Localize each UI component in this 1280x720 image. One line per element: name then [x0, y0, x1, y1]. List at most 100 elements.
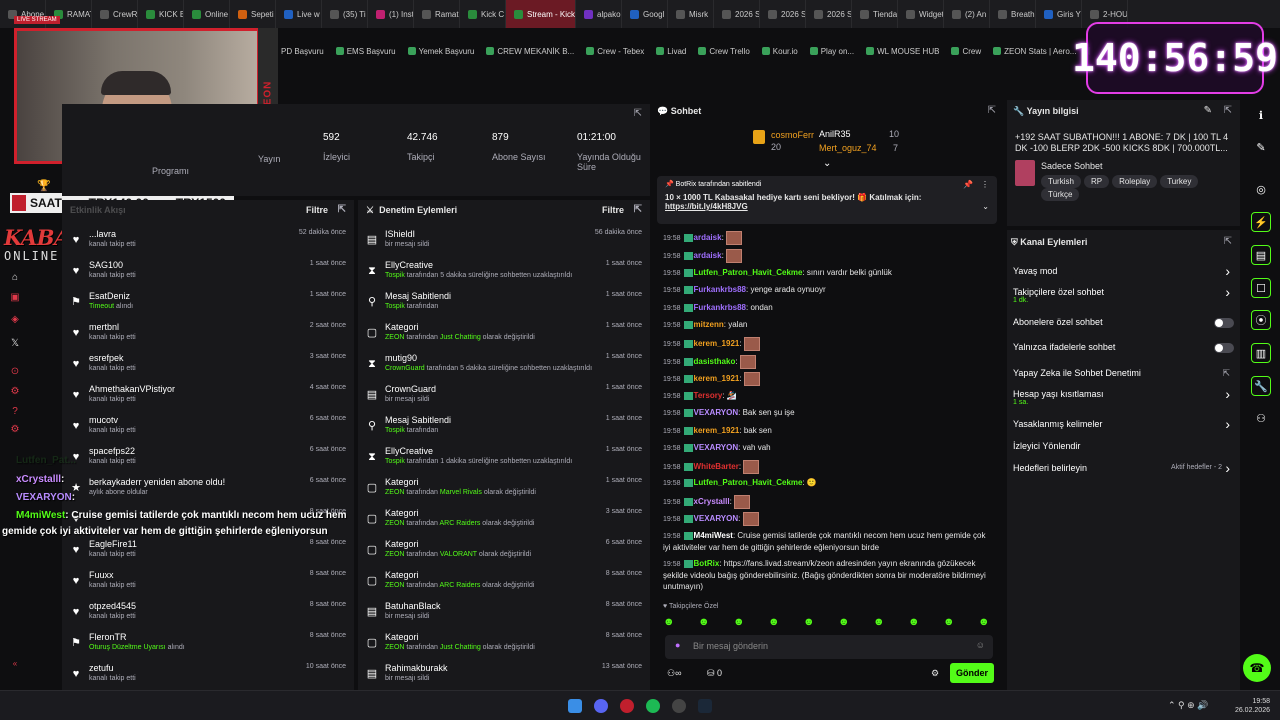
message-icon[interactable]: ▣: [9, 292, 21, 304]
channel-action-item[interactable]: Hesap yaşı kısıtlaması 1 sa.: [1013, 389, 1104, 406]
steam-icon[interactable]: [698, 699, 712, 713]
browser-tab[interactable]: Live w: [276, 0, 322, 28]
bookmark-item[interactable]: WL MOUSE HUB: [866, 47, 939, 56]
support-icon[interactable]: ☎: [1243, 654, 1271, 682]
channel-action-item[interactable]: Yavaş mod: [1013, 266, 1057, 276]
browser-tab[interactable]: 2026 S: [806, 0, 852, 28]
expand-icon[interactable]: ⇱: [338, 204, 346, 215]
quick-emote-icon[interactable]: ☻: [768, 616, 780, 628]
expand-icon[interactable]: ⇱: [634, 204, 642, 215]
chat-username[interactable]: kerem_1921: [694, 339, 740, 348]
mic-icon[interactable]: ●: [675, 640, 680, 650]
mod-filter-button[interactable]: Filtre: [602, 205, 624, 215]
chat-input[interactable]: Bir mesaj gönderin ● ☺: [665, 635, 993, 659]
channel-action-item[interactable]: Abonelere özel sohbet: [1013, 317, 1103, 327]
tag-chip[interactable]: Roleplay: [1112, 175, 1158, 188]
chat-username[interactable]: ardaisk: [694, 233, 722, 242]
help-icon[interactable]: ?: [9, 406, 21, 418]
group-icon[interactable]: ⚇: [1251, 409, 1271, 429]
expand-icon[interactable]: ⇱: [1224, 236, 1232, 247]
chat-username[interactable]: Lutfen_Patron_Havit_Cekme: [694, 478, 803, 487]
quick-emote-icon[interactable]: ☻: [943, 616, 955, 628]
bookmark-item[interactable]: Crew Trello: [698, 47, 750, 56]
expand-icon[interactable]: ⇱: [634, 108, 642, 119]
chat-username[interactable]: kerem_1921: [694, 426, 740, 435]
browser-tab[interactable]: (2) An: [944, 0, 990, 28]
browser-tab[interactable]: KICK B: [138, 0, 184, 28]
browser-tab[interactable]: Giris Y: [1036, 0, 1082, 28]
browser-tab[interactable]: Widget: [898, 0, 944, 28]
gift-icon[interactable]: ⛁ 0: [707, 668, 722, 679]
bookmark-item[interactable]: Crew - Tebex: [586, 47, 644, 56]
lightning-icon[interactable]: ⚡: [1251, 212, 1271, 232]
browser-tab[interactable]: 2026 S: [714, 0, 760, 28]
quick-emote-icon[interactable]: ☻: [838, 616, 850, 628]
chat-username[interactable]: WhiteBarter: [694, 462, 739, 471]
x-icon[interactable]: 𝕏: [9, 338, 21, 350]
browser-tab[interactable]: alpako: [576, 0, 622, 28]
points-icon[interactable]: ⚇∞: [667, 668, 681, 679]
bookmark-item[interactable]: Kour.io: [761, 47, 798, 56]
tag-chip[interactable]: Turkish: [1041, 175, 1081, 188]
camera-icon[interactable]: ◎: [1251, 180, 1271, 200]
tag-chip[interactable]: Turkey: [1160, 175, 1199, 188]
bookmark-item[interactable]: Play on...: [809, 47, 854, 56]
chat-username[interactable]: mitzenn: [694, 320, 724, 329]
edit-icon[interactable]: ✎: [1204, 105, 1212, 116]
note-icon[interactable]: ▤: [1251, 245, 1271, 265]
discord-icon[interactable]: [594, 699, 608, 713]
browser-tab[interactable]: 2026 S: [760, 0, 806, 28]
browser-tab[interactable]: Kick C: [460, 0, 506, 28]
external-link-icon[interactable]: ⇱: [1222, 368, 1230, 379]
browser-tab[interactable]: Stream - Kick: [506, 0, 576, 28]
gear-icon[interactable]: ⚙: [9, 386, 21, 398]
browser-tab[interactable]: Ramat: [414, 0, 460, 28]
bookmark-item[interactable]: CREW MEKANİK B...: [486, 47, 574, 56]
wrench-icon[interactable]: 🔧: [1251, 376, 1271, 396]
chat-username[interactable]: Furkankrbs88: [694, 303, 746, 312]
quick-emote-icon[interactable]: ☻: [803, 616, 815, 628]
windows-start-icon[interactable]: [568, 699, 582, 713]
browser-tab[interactable]: Sepeti: [230, 0, 276, 28]
chat-username[interactable]: VEXARYON: [694, 514, 739, 523]
browser-tab[interactable]: CrewR: [92, 0, 138, 28]
bookmark-item[interactable]: EMS Başvuru: [335, 47, 396, 56]
bookmark-item[interactable]: PD Başvuru: [270, 47, 324, 56]
chevron-right-icon[interactable]: ›: [1225, 416, 1230, 432]
channel-action-item[interactable]: Yasaklanmış kelimeler: [1013, 419, 1102, 429]
chat-username[interactable]: Furkankrbs88: [694, 285, 746, 294]
chat-username[interactable]: VEXARYON: [694, 408, 739, 417]
quick-emote-icon[interactable]: ☻: [733, 616, 745, 628]
bookmark-item[interactable]: Yemek Başvuru: [407, 47, 474, 56]
browser-tab[interactable]: Breath: [990, 0, 1036, 28]
spotify-icon[interactable]: [646, 699, 660, 713]
quick-emote-icon[interactable]: ☻: [698, 616, 710, 628]
browser-tab[interactable]: Googl: [622, 0, 668, 28]
shield-icon[interactable]: ◈: [9, 314, 21, 326]
browser-tab[interactable]: Online: [184, 0, 230, 28]
channel-action-item[interactable]: Yalnızca ifadelerle sohbet: [1013, 342, 1115, 352]
more-icon[interactable]: ⋮: [981, 180, 989, 189]
channel-action-item[interactable]: İzleyici Yönlendir: [1013, 441, 1080, 451]
toggle-switch[interactable]: [1214, 318, 1234, 328]
browser-tab[interactable]: (1) Inst: [368, 0, 414, 28]
quick-emote-icon[interactable]: ☻: [978, 616, 990, 628]
expand-icon[interactable]: ⇱: [988, 105, 996, 116]
chat-username[interactable]: xCrystalll: [694, 497, 730, 506]
quick-emote-icon[interactable]: ☻: [873, 616, 885, 628]
activity-filter-button[interactable]: Filtre: [306, 205, 328, 215]
browser-tab[interactable]: Tienda: [852, 0, 898, 28]
bookmark-item[interactable]: Livad: [656, 47, 686, 56]
pin-icon[interactable]: 📌: [963, 180, 973, 189]
settings-icon[interactable]: ⊙: [9, 366, 21, 378]
tag-chip[interactable]: RP: [1083, 175, 1110, 188]
browser-tab[interactable]: Misrk: [668, 0, 714, 28]
bookmark-item[interactable]: ZEON Stats | Aero...: [993, 47, 1076, 56]
send-button[interactable]: Gönder: [950, 663, 994, 683]
collapse-icon[interactable]: «: [9, 658, 21, 670]
chevron-right-icon[interactable]: ›: [1225, 386, 1230, 402]
bookmark-item[interactable]: Crew: [951, 47, 981, 56]
tray-icons[interactable]: ⌃ ⚲ ⊕ 🔊: [1168, 700, 1208, 711]
emoji-icon[interactable]: ☺: [976, 640, 985, 650]
chat-username[interactable]: Tersory: [694, 391, 723, 400]
